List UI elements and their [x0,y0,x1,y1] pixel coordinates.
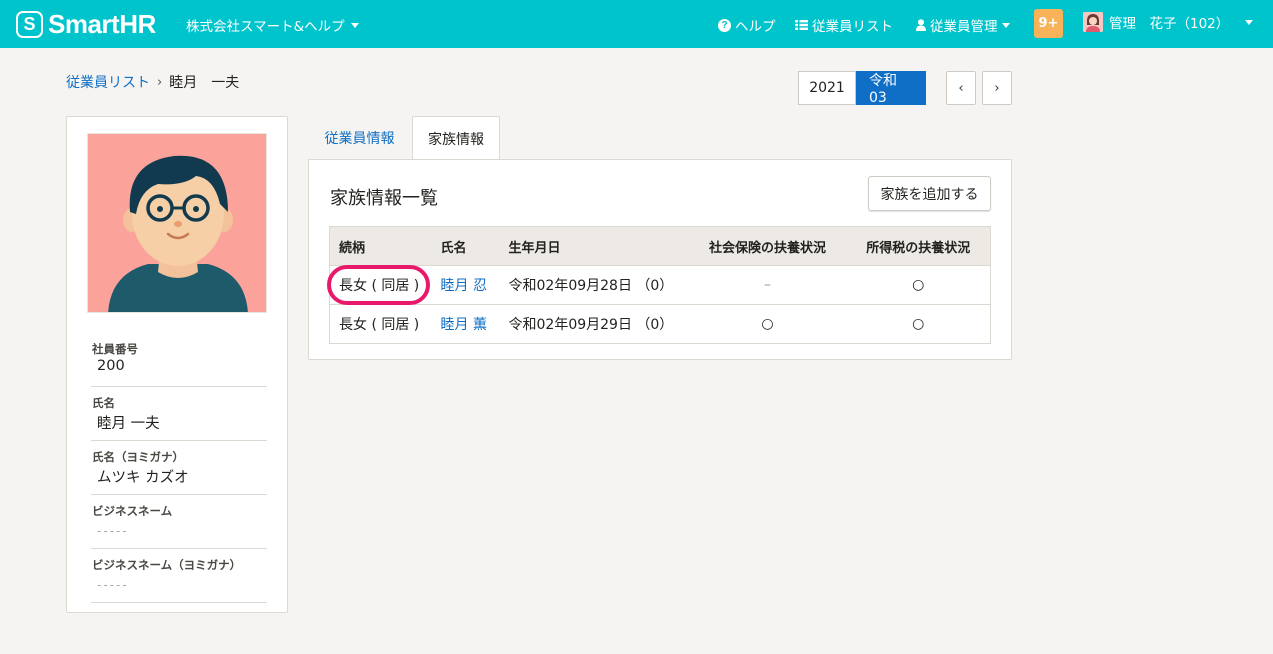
income-tax-cell: ○ [846,265,991,305]
company-selector[interactable]: 株式会社スマート&ヘルプ [186,15,359,35]
field-value: 200 [97,358,125,374]
breadcrumb-employee-list-link[interactable]: 従業員リスト [66,72,150,92]
employee-profile-card: 社員番号 200 氏名 睦月 一夫 氏名（ヨミガナ） ムツキ カズオ ビジネスネ… [66,116,288,613]
name-cell: 睦月 薫 [431,304,500,344]
column-header-birthdate: 生年月日 [499,226,689,266]
family-table: 続柄 氏名 生年月日 社会保険の扶養状況 所得税の扶養状況 長女 ( 同居 ) … [329,226,991,344]
question-circle-icon: ? [718,18,731,32]
add-family-button[interactable]: 家族を追加する [868,176,991,211]
relation-cell: 長女 ( 同居 ) [329,265,432,305]
employee-management-menu[interactable]: 従業員管理 [916,15,1010,35]
chevron-down-icon [1001,22,1010,28]
table-header-row: 続柄 氏名 生年月日 社会保険の扶養状況 所得税の扶養状況 [329,226,991,266]
user-icon [916,19,926,31]
field-value: 睦月 一夫 [97,416,160,432]
company-name: 株式会社スマート&ヘルプ [186,19,345,35]
top-navigation-bar: S SmartHR 株式会社スマート&ヘルプ ? ヘルプ 従業員リスト 従業員管… [0,0,1273,48]
chevron-right-icon: › [157,74,163,90]
breadcrumb-current: 睦月 一夫 [169,75,240,91]
tab-employee-info[interactable]: 従業員情報 [308,116,411,160]
smarthr-logo[interactable]: S SmartHR [16,8,156,39]
field-value: ----- [97,524,129,538]
employee-management-label: 従業員管理 [930,19,998,35]
income-tax-cell: ○ [846,304,991,344]
user-avatar [1083,12,1103,32]
help-label: ヘルプ [735,19,776,35]
employee-list-link[interactable]: 従業員リスト [795,15,893,35]
previous-year-button[interactable]: ‹ [946,71,976,105]
year-western-button[interactable]: 2021 [798,71,856,105]
year-japanese-button[interactable]: 令和03 [856,71,926,106]
column-header-name: 氏名 [431,226,500,266]
table-row: 長女 ( 同居 ) 睦月 忍 令和02年09月28日 （0） – ○ [329,265,991,305]
breadcrumb: 従業員リスト › 睦月 一夫 [66,72,239,92]
family-info-panel: 家族情報一覧 家族を追加する 続柄 氏名 生年月日 社会保険の扶養状況 所得税の… [308,159,1012,360]
column-header-social-insurance: 社会保険の扶養状況 [688,226,847,266]
business-name-kana-field: ビジネスネーム（ヨミガナ） ----- [91,549,267,603]
social-insurance-cell: ○ [688,304,847,344]
field-label: ビジネスネーム [92,504,173,518]
business-name-field: ビジネスネーム ----- [91,495,267,549]
chevron-right-icon: › [994,80,1000,96]
social-insurance-cell: – [688,265,847,305]
logo-mark-icon: S [16,10,43,38]
chevron-down-icon [350,22,359,28]
name-kana-field: 氏名（ヨミガナ） ムツキ カズオ [91,441,267,495]
field-label: 氏名 [92,396,115,410]
field-value: ----- [97,578,129,592]
tab-family-info[interactable]: 家族情報 [412,116,500,161]
birthdate-cell: 令和02年09月28日 （0） [499,265,689,305]
user-name: 管理 花子（102） [1109,16,1230,32]
column-header-relation: 続柄 [329,226,432,266]
employee-list-label: 従業員リスト [812,19,893,35]
notification-badge[interactable]: 9+ [1034,9,1063,38]
employee-photo [87,133,267,313]
field-value: ムツキ カズオ [97,470,189,486]
list-icon [795,20,808,30]
year-selector: 2021 令和03 [798,71,926,106]
table-row: 長女 ( 同居 ) 睦月 薫 令和02年09月29日 （0） ○ ○ [329,304,991,344]
relation-cell: 長女 ( 同居 ) [329,304,432,344]
name-cell: 睦月 忍 [431,265,500,305]
chevron-down-icon [1245,19,1254,25]
field-label: 氏名（ヨミガナ） [92,450,184,464]
user-menu[interactable]: 管理 花子（102） [1083,12,1254,32]
chevron-left-icon: ‹ [958,80,964,96]
name-field: 氏名 睦月 一夫 [91,387,267,441]
column-header-income-tax: 所得税の扶養状況 [846,226,991,266]
panel-title: 家族情報一覧 [330,188,438,209]
next-year-button[interactable]: › [982,71,1012,105]
help-link[interactable]: ? ヘルプ [718,15,776,35]
field-label: 社員番号 [92,342,138,356]
family-member-link[interactable]: 睦月 薫 [441,317,487,333]
logo-text: SmartHR [48,8,156,39]
field-label: ビジネスネーム（ヨミガナ） [92,558,242,572]
employee-number-field: 社員番号 200 [91,333,267,387]
family-member-link[interactable]: 睦月 忍 [441,278,487,294]
birthdate-cell: 令和02年09月29日 （0） [499,304,689,344]
